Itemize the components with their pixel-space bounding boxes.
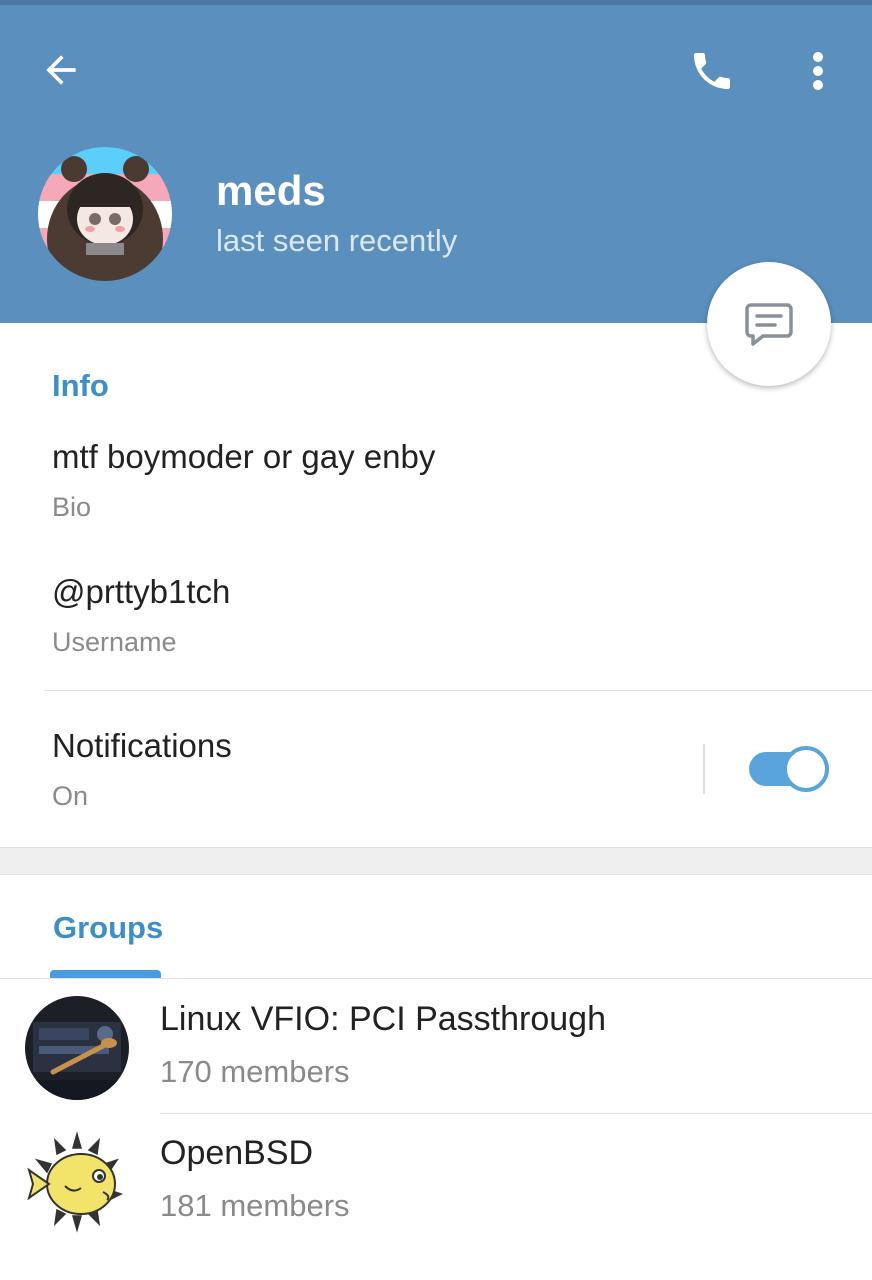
groups-tab[interactable]: Groups [53, 910, 163, 946]
group-name: OpenBSD [160, 1134, 314, 1172]
group-name: Linux VFIO: PCI Passthrough [160, 1000, 606, 1038]
group-avatar [25, 996, 129, 1100]
group-members: 170 members [160, 1054, 350, 1089]
section-gap [0, 847, 872, 875]
group-members: 181 members [160, 1188, 350, 1223]
tab-indicator [50, 970, 161, 978]
group-item-linux-vfio[interactable]: Linux VFIO: PCI Passthrough 170 members [0, 980, 872, 1114]
message-icon [745, 303, 793, 346]
send-message-button[interactable] [707, 262, 831, 386]
group-item-openbsd[interactable]: OpenBSD 181 members [0, 1114, 872, 1248]
group-avatar [25, 1130, 129, 1234]
arrow-left-icon [46, 55, 76, 85]
toggle-knob [783, 746, 829, 792]
phone-icon [694, 53, 730, 89]
more-options-button[interactable] [788, 35, 848, 107]
back-button[interactable] [26, 35, 96, 105]
avatar-image [38, 147, 172, 281]
bio-value[interactable]: mtf boymoder or gay enby [52, 438, 435, 476]
call-button[interactable] [676, 35, 748, 107]
username-value[interactable]: @prttyb1tch [52, 573, 230, 611]
profile-name: meds [216, 167, 326, 214]
bio-label: Bio [52, 492, 92, 522]
group-avatar-image [25, 996, 129, 1100]
vertical-separator [703, 744, 705, 794]
profile-avatar[interactable] [38, 147, 172, 281]
divider [44, 690, 872, 691]
more-vertical-icon [813, 52, 823, 90]
tab-divider [0, 978, 872, 979]
username-label: Username [52, 627, 177, 657]
notifications-label[interactable]: Notifications [52, 727, 232, 765]
info-section-title: Info [52, 368, 109, 403]
notifications-value: On [52, 781, 89, 811]
pufferfish-icon [27, 1131, 123, 1233]
profile-status: last seen recently [216, 223, 458, 258]
notifications-toggle[interactable] [749, 746, 829, 792]
